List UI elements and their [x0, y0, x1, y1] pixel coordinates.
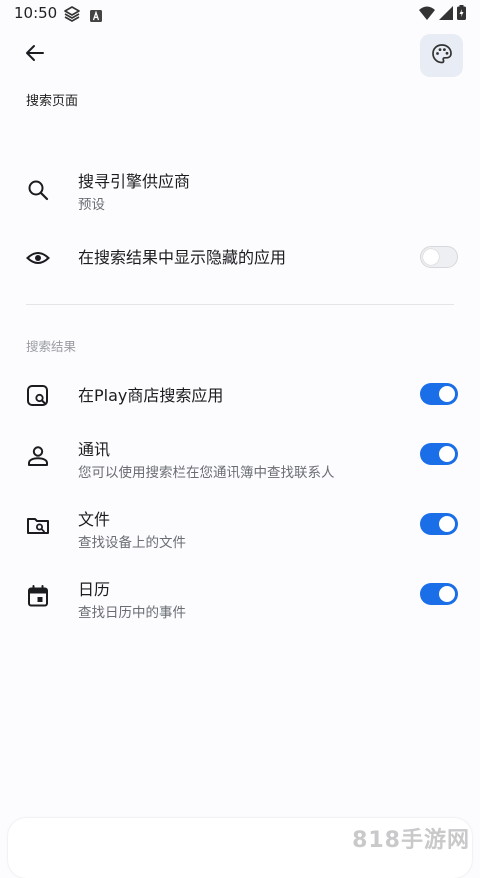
calendar-subtitle: 查找日历中的事件: [78, 605, 186, 621]
status-bar: 10:50: [0, 0, 480, 26]
wifi-icon: [419, 5, 435, 24]
search-engine-provider-value: 预设: [78, 197, 105, 213]
arrow-back-icon: [25, 43, 45, 67]
page-title: 搜索页面: [26, 94, 79, 109]
contacts-item[interactable]: 通讯 您可以使用搜索栏在您通讯簿中查找联系人: [0, 440, 480, 486]
contacts-toggle[interactable]: [420, 443, 458, 465]
contacts-subtitle: 您可以使用搜索栏在您通讯簿中查找联系人: [78, 465, 335, 481]
toggle-knob: [439, 386, 455, 402]
show-hidden-apps-toggle[interactable]: [420, 246, 458, 268]
search-icon: [26, 178, 50, 202]
signal-icon: [439, 5, 453, 24]
palette-icon: [431, 43, 453, 69]
search-results-section-header: 搜索结果: [26, 339, 77, 354]
back-button[interactable]: [20, 40, 50, 70]
play-store-search-item[interactable]: 在Play商店搜索应用: [0, 382, 480, 410]
battery-icon: [457, 5, 466, 24]
files-toggle[interactable]: [420, 513, 458, 535]
eye-icon: [26, 246, 50, 270]
calendar-icon: [26, 584, 50, 608]
contacts-person-icon: [26, 444, 50, 468]
play-store-search-title: 在Play商店搜索应用: [78, 386, 224, 405]
status-time: 10:50: [14, 4, 58, 22]
files-title: 文件: [78, 510, 111, 529]
search-engine-provider-title: 搜寻引擎供应商: [78, 172, 191, 191]
notification-a-icon: [90, 7, 102, 26]
files-item[interactable]: 文件 查找设备上的文件: [0, 510, 480, 556]
files-subtitle: 查找设备上的文件: [78, 535, 186, 551]
contacts-title: 通讯: [78, 440, 111, 459]
section-divider: [26, 304, 454, 305]
calendar-title: 日历: [78, 580, 111, 599]
folder-search-icon: [26, 514, 50, 538]
play-store-search-toggle[interactable]: [420, 383, 458, 405]
toggle-knob: [423, 249, 439, 265]
toggle-knob: [439, 586, 455, 602]
play-store-search-icon: [26, 384, 50, 408]
calendar-toggle[interactable]: [420, 583, 458, 605]
theme-palette-button[interactable]: [420, 34, 463, 77]
show-hidden-apps-title: 在搜索结果中显示隐藏的应用: [78, 248, 287, 267]
calendar-item[interactable]: 日历 查找日历中的事件: [0, 580, 480, 626]
toggle-knob: [439, 446, 455, 462]
show-hidden-apps-item[interactable]: 在搜索结果中显示隐藏的应用: [0, 244, 480, 272]
layers-icon: [64, 6, 80, 26]
toggle-knob: [439, 516, 455, 532]
watermark-text: 818手游网: [352, 828, 470, 853]
search-engine-provider-item[interactable]: 搜寻引擎供应商 预设: [0, 172, 480, 218]
